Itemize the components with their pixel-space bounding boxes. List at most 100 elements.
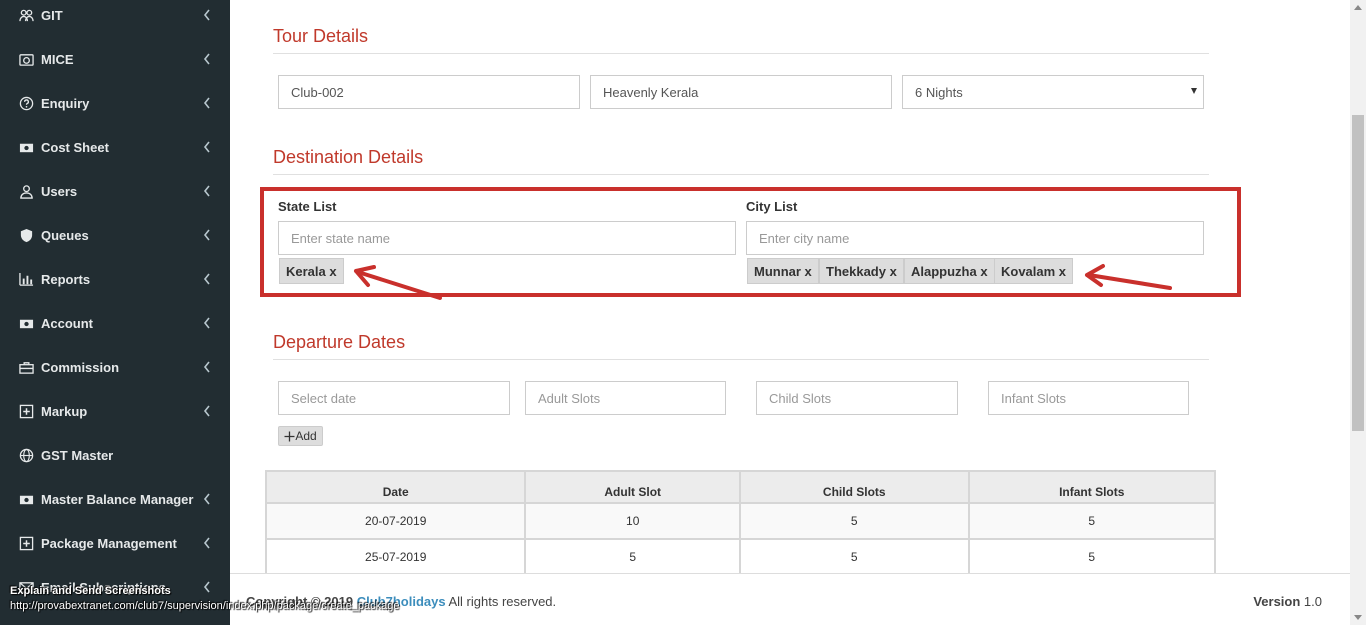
version-text: Version 1.0: [1253, 594, 1322, 609]
sidebar-item-queues[interactable]: Queues: [0, 213, 230, 257]
sidebar-item-markup[interactable]: Markup: [0, 389, 230, 433]
sidebar-item-reports[interactable]: Reports: [0, 257, 230, 301]
table-header-adult: Adult Slot: [524, 470, 741, 504]
sidebar-item-commission[interactable]: Commission: [0, 345, 230, 389]
bar-chart-icon: [18, 271, 34, 287]
globe-icon: [18, 447, 34, 463]
sidebar-item-account[interactable]: Account: [0, 301, 230, 345]
state-search-input[interactable]: Enter state name: [278, 221, 736, 255]
question-icon: [18, 95, 34, 111]
table-cell: 5: [967, 502, 1216, 540]
city-tag[interactable]: Munnar x: [747, 258, 819, 284]
vertical-scrollbar[interactable]: [1350, 0, 1366, 625]
table-row: 20-07-2019 10 5 5: [264, 502, 1216, 540]
departure-dates-table: Date Adult Slot Child Slots Infant Slots…: [264, 470, 1216, 576]
infant-slots-input[interactable]: Infant Slots: [988, 381, 1189, 415]
chevron-left-icon: [203, 493, 210, 505]
status-overlay-url: http://provabextranet.com/club7/supervis…: [10, 600, 400, 612]
sidebar-item-label: Users: [41, 183, 78, 199]
table-header-child: Child Slots: [738, 470, 970, 504]
camera-icon: [18, 51, 34, 67]
table-cell: 20-07-2019: [264, 502, 527, 540]
sidebar-item-label: GST Master: [41, 447, 114, 463]
sidebar-item-git[interactable]: GIT: [0, 0, 230, 37]
sidebar-item-label: Enquiry: [41, 95, 90, 111]
chevron-left-icon: [203, 97, 210, 109]
divider: [273, 174, 1209, 175]
nights-select-value: 6 Nights: [915, 84, 963, 100]
tour-details-title: Tour Details: [273, 26, 369, 46]
add-date-button[interactable]: Add: [278, 426, 323, 446]
sidebar-item-users[interactable]: Users: [0, 169, 230, 213]
sidebar: GIT MICE Enquiry Cost Sheet Users Queues…: [0, 0, 230, 625]
city-search-input[interactable]: Enter city name: [746, 221, 1204, 255]
version-label: Version: [1253, 594, 1301, 609]
sidebar-item-label: Commission: [41, 359, 120, 375]
adult-slots-input[interactable]: Adult Slots: [525, 381, 726, 415]
sidebar-item-label: MICE: [41, 51, 74, 67]
sidebar-item-label: Markup: [41, 403, 88, 419]
scrollbar-thumb[interactable]: [1352, 115, 1364, 431]
city-tag[interactable]: Thekkady x: [819, 258, 904, 284]
table-cell: 25-07-2019: [264, 538, 527, 576]
version-number: 1.0: [1303, 594, 1322, 609]
divider: [273, 53, 1209, 54]
child-slots-input[interactable]: Child Slots: [756, 381, 958, 415]
sidebar-item-enquiry[interactable]: Enquiry: [0, 81, 230, 125]
table-row: 25-07-2019 5 5 5: [264, 538, 1216, 576]
chevron-left-icon: [203, 53, 210, 65]
chevron-left-icon: [203, 141, 210, 153]
annotation-arrow-icon: [354, 265, 442, 300]
table-header-row: Date Adult Slot Child Slots Infant Slots: [264, 470, 1216, 504]
sidebar-item-master-balance-manager[interactable]: Master Balance Manager: [0, 477, 230, 521]
table-cell: 5: [738, 538, 970, 576]
sidebar-item-label: GIT: [41, 7, 63, 23]
annotation-arrow-icon: [1085, 264, 1172, 290]
chevron-left-icon: [203, 405, 210, 417]
sidebar-item-label: Master Balance Manager: [41, 491, 194, 507]
sidebar-item-package-management[interactable]: Package Management: [0, 521, 230, 565]
destination-details-title: Destination Details: [273, 147, 424, 167]
status-overlay: Explain and Send Screenshots http://prov…: [10, 584, 430, 614]
shield-icon: [18, 227, 34, 243]
tour-code-input[interactable]: Club-002: [278, 75, 580, 109]
city-tag[interactable]: Kovalam x: [994, 258, 1074, 284]
scroll-up-icon[interactable]: [1354, 5, 1362, 10]
sidebar-item-label: Reports: [41, 271, 91, 287]
scroll-down-icon[interactable]: [1354, 615, 1362, 620]
tour-name-input[interactable]: Heavenly Kerala: [590, 75, 892, 109]
money-icon: [18, 139, 34, 155]
sidebar-item-label: Package Management: [41, 535, 177, 551]
rights-text: All rights reserved.: [448, 594, 557, 609]
date-picker-input[interactable]: Select date: [278, 381, 510, 415]
city-list-label: City List: [746, 199, 798, 214]
sidebar-item-label: Cost Sheet: [41, 139, 109, 155]
status-overlay-title: Explain and Send Screenshots: [10, 585, 171, 597]
departure-dates-title: Departure Dates: [273, 332, 406, 352]
chevron-left-icon: [203, 9, 210, 21]
chevron-left-icon: [203, 273, 210, 285]
sidebar-item-cost-sheet[interactable]: Cost Sheet: [0, 125, 230, 169]
sidebar-item-label: Queues: [41, 227, 89, 243]
city-tag[interactable]: Alappuzha x: [904, 258, 995, 284]
money-icon: [18, 491, 34, 507]
plus-square-icon: [18, 535, 34, 551]
table-header-infant: Infant Slots: [967, 470, 1216, 504]
plus-icon: [284, 431, 295, 441]
user-icon: [18, 183, 34, 199]
chevron-left-icon: [203, 185, 210, 197]
chevron-left-icon: [203, 229, 210, 241]
nights-select[interactable]: 6 Nights: [902, 75, 1204, 109]
state-list-label: State List: [278, 199, 337, 214]
main-content: Tour Details Club-002 Heavenly Kerala 6 …: [230, 0, 1350, 625]
sidebar-item-gst-master[interactable]: GST Master: [0, 433, 230, 477]
chevron-left-icon: [203, 537, 210, 549]
state-tag[interactable]: Kerala x: [279, 258, 344, 284]
sidebar-item-mice[interactable]: MICE: [0, 37, 230, 81]
table-header-date: Date: [264, 470, 527, 504]
chevron-left-icon: [203, 317, 210, 329]
sidebar-item-label: Account: [41, 315, 93, 331]
plus-square-icon: [18, 403, 34, 419]
chevron-left-icon: [203, 361, 210, 373]
table-cell: 5: [524, 538, 741, 576]
